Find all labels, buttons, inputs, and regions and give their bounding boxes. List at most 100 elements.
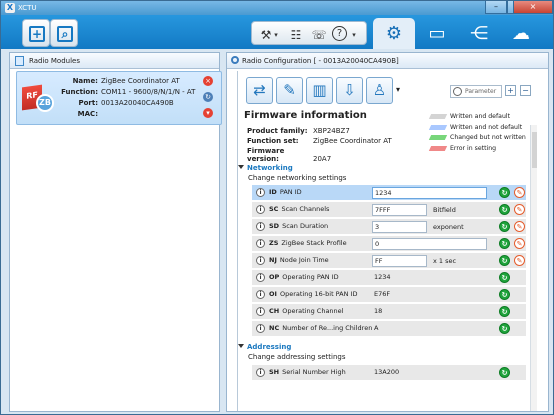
addressing-section-title[interactable]: Addressing [238,343,291,351]
profile-icon[interactable]: ♙ [366,77,393,104]
info-icon[interactable]: i [256,324,265,333]
info-icon[interactable]: i [256,273,265,282]
update-icon[interactable]: ⇩ [336,77,363,104]
parameter-code: ID [269,188,277,196]
info-icon[interactable]: i [256,290,265,299]
info-icon[interactable]: i [256,205,265,214]
discover-radio-button[interactable]: ⌕ [50,19,78,47]
parameter-name: NC Number of Re...ing Children [269,324,372,332]
write-icon[interactable]: ✎ [276,77,303,104]
write-parameter-icon[interactable]: ✎ [514,187,525,198]
parameter-label: Scan Duration [282,222,329,230]
read-parameter-icon[interactable]: ↻ [499,221,510,232]
parameter-row-ch[interactable]: i CH Operating Channel 18 ↻ [252,304,526,320]
read-parameter-icon[interactable]: ↻ [499,272,510,283]
configuration-scrollbar[interactable] [530,125,537,411]
console-tab[interactable]: ▭ [418,18,456,49]
refresh-icon[interactable]: ↻ [203,92,213,102]
parameter-row-sh[interactable]: i SH Serial Number High 13A200 ↻ [252,365,526,381]
info-icon[interactable]: i [256,188,265,197]
parameter-row-sd[interactable]: i SD Scan Duration 3 exponent ↻ ✎ [252,219,526,235]
configuration-panel-gear-icon [231,56,239,64]
radio-configuration-panel: Radio Configuration [ - 0013A20040CA490B… [226,52,549,412]
parameter-row-op[interactable]: i OP Operating PAN ID 1234 ↻ [252,270,526,286]
info-icon[interactable]: i [256,222,265,231]
info-icon[interactable]: i [256,256,265,265]
read-parameter-icon[interactable]: ↻ [499,367,510,378]
default-icon[interactable]: ▥ [306,77,333,104]
read-parameter-icon[interactable]: ↻ [499,238,510,249]
remove-icon[interactable]: × [203,76,213,86]
radio-modules-icon [15,56,24,66]
expand-all-icon[interactable]: + [505,85,516,96]
parameter-row-oi[interactable]: i OI Operating 16-bit PAN ID E76F ↻ [252,287,526,303]
radio-modules-panel: Radio Modules RF ZB Name: Function: Port… [9,52,222,412]
radio-module-item[interactable]: RF ZB Name: Function: Port: MAC: ZigBee … [16,71,222,125]
chat-icon[interactable]: ☏ [310,27,328,43]
tools-dropdown-icon[interactable]: ▾ [272,27,280,43]
help-dropdown-icon[interactable]: ▾ [350,27,358,43]
parameter-row-zs[interactable]: i ZS ZigBee Stack Profile 0 ↻ ✎ [252,236,526,252]
read-icon[interactable]: ⇄ [246,77,273,104]
parameter-value: 18 [374,307,383,315]
cloud-tab[interactable]: ☁ [502,18,540,49]
read-parameter-icon[interactable]: ↻ [499,306,510,317]
legend-mark [428,114,448,119]
parameter-name: OI Operating 16-bit PAN ID [269,290,357,298]
profile-dropdown-icon[interactable]: ▾ [396,85,400,94]
parameter-search-input[interactable]: Parameter [450,85,502,98]
info-icon[interactable]: i [256,368,265,377]
parameter-value[interactable]: 1234 [372,187,487,199]
port-value: COM11 - 9600/8/N/1/N - AT [101,88,196,96]
legend-item: Error in setting [428,144,535,155]
parameter-value[interactable]: 7FFF [372,204,427,216]
firmware-row-value: 20A7 [313,155,332,163]
read-parameter-icon[interactable]: ↻ [499,187,510,198]
network-tab[interactable]: ⋲ [460,18,498,49]
parameter-name: OP Operating PAN ID [269,273,339,281]
parameter-row-id[interactable]: i ID PAN ID 1234 ↻ ✎ [252,185,526,201]
list-config-icon[interactable]: ☷ [287,27,305,43]
parameter-row-sc[interactable]: i SC Scan Channels 7FFF Bitfield ↻ ✎ [252,202,526,218]
info-icon[interactable]: i [256,239,265,248]
collapse-all-icon[interactable]: − [520,85,531,96]
firmware-row-label: Product family: [247,127,308,135]
parameter-row-nc[interactable]: i NC Number of Re...ing Children A ↻ [252,321,526,337]
add-radio-button[interactable]: + [22,19,50,47]
write-parameter-icon[interactable]: ✎ [514,221,525,232]
write-parameter-icon[interactable]: ✎ [514,255,525,266]
parameter-label: Number of Re...ing Children [282,324,373,332]
parameter-code: OP [269,273,280,281]
network-icon: ⋲ [470,23,488,44]
read-parameter-icon[interactable]: ↻ [499,255,510,266]
dropdown-icon[interactable]: ▾ [203,108,213,118]
info-icon[interactable]: i [256,307,265,316]
parameter-name: ID PAN ID [269,188,302,196]
read-parameter-icon[interactable]: ↻ [499,204,510,215]
scrollbar-thumb[interactable] [532,132,537,168]
parameter-value: 13A200 [374,368,400,376]
search-icon [453,87,462,96]
help-icon[interactable]: ? [332,26,347,41]
module-values: ZigBee Coordinator AT COM11 - 9600/8/N/1… [101,76,195,109]
close-button[interactable]: × [513,1,553,14]
function-label: Function: [61,88,98,96]
mac-value: 0013A20040CA490B [101,99,174,107]
parameter-value: 1234 [374,273,391,281]
write-parameter-icon[interactable]: ✎ [514,204,525,215]
write-parameter-icon[interactable]: ✎ [514,238,525,249]
minimize-button[interactable]: – [485,1,507,14]
parameter-label: Operating Channel [282,307,344,315]
xctu-logo-icon: X [5,3,15,13]
read-parameter-icon[interactable]: ↻ [499,323,510,334]
parameter-row-nj[interactable]: i NJ Node Join Time FF x 1 sec ↻ ✎ [252,253,526,269]
collapse-arrow-icon [238,344,244,348]
parameter-name: CH Operating Channel [269,307,343,315]
read-parameter-icon[interactable]: ↻ [499,289,510,300]
parameter-value[interactable]: 3 [372,221,427,233]
networking-section-title[interactable]: Networking [238,164,293,172]
parameter-value[interactable]: FF [372,255,427,267]
parameter-unit: x 1 sec [433,257,457,265]
parameter-value[interactable]: 0 [372,238,487,250]
configuration-tab[interactable]: ⚙ [373,18,415,49]
